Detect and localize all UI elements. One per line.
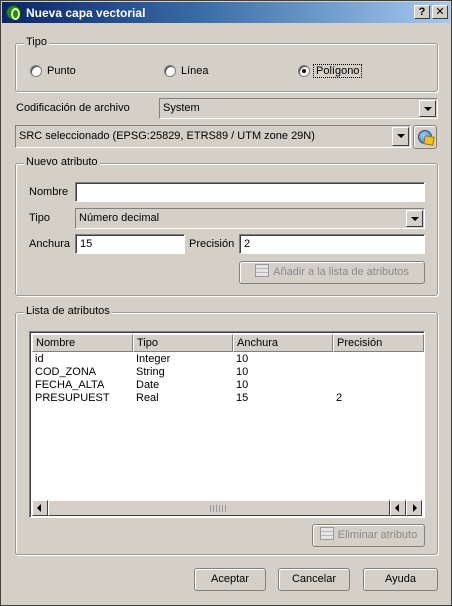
- crs-value: SRC seleccionado (EPSG:25829, ETRS89 / U…: [19, 130, 315, 142]
- new-attribute-group-title: Nuevo atributo: [24, 156, 100, 168]
- cell-tipo: Integer: [136, 353, 171, 365]
- width-value: 15: [80, 238, 93, 250]
- cell-tipo: String: [136, 366, 165, 378]
- close-title-button[interactable]: ✕: [432, 5, 448, 19]
- chevron-down-icon[interactable]: [419, 100, 436, 117]
- cell-nombre: PRESUPUEST: [35, 392, 110, 404]
- cell-anchura: 15: [236, 392, 249, 404]
- cell-precision: 2: [336, 392, 343, 404]
- table-row[interactable]: COD_ZONA String 10: [32, 366, 424, 379]
- precision-value: 2: [244, 238, 251, 250]
- cell-precision: [333, 379, 424, 392]
- radio-poligono[interactable]: [298, 65, 310, 77]
- cell-tipo: Date: [136, 379, 160, 391]
- add-to-attributes-button[interactable]: Añadir a la lista de atributos: [239, 261, 425, 284]
- cell-precision: [333, 366, 424, 379]
- table-row[interactable]: FECHA_ALTA Date 10: [32, 379, 424, 392]
- geometry-type-group: Tipo: [15, 36, 438, 92]
- scroll-left-arrow-icon[interactable]: [390, 500, 406, 516]
- table-row[interactable]: PRESUPUEST Real 15 2: [32, 392, 424, 405]
- chevron-down-icon[interactable]: [406, 210, 423, 227]
- cell-anchura: 10: [236, 353, 249, 365]
- radio-linea[interactable]: [164, 65, 176, 77]
- cell-nombre: COD_ZONA: [35, 366, 97, 378]
- new-vector-layer-dialog: Nueva capa vectorial ? ✕ Tipo Punto Líne…: [0, 0, 452, 606]
- encoding-value: System: [163, 102, 200, 114]
- scroll-left-arrow-icon[interactable]: [32, 500, 48, 516]
- precision-input[interactable]: 2: [239, 234, 425, 254]
- horizontal-scrollbar[interactable]: [32, 500, 422, 516]
- encoding-label: Codificación de archivo: [16, 102, 130, 114]
- cell-nombre: FECHA_ALTA: [35, 379, 105, 391]
- title-bar[interactable]: Nueva capa vectorial ? ✕: [2, 2, 450, 23]
- help-button[interactable]: Ayuda: [363, 568, 438, 591]
- width-input[interactable]: 15: [75, 234, 185, 254]
- precision-label: Precisión: [189, 238, 235, 250]
- attribute-name-input[interactable]: [75, 182, 425, 202]
- cell-anchura: 10: [236, 379, 249, 391]
- geometry-type-group-title: Tipo: [24, 36, 49, 48]
- scroll-right-arrow-icon[interactable]: [406, 500, 422, 516]
- qgis-app-icon: [6, 5, 21, 20]
- radio-punto-label[interactable]: Punto: [47, 65, 76, 77]
- cell-precision: [333, 353, 424, 366]
- cell-tipo: Real: [136, 392, 159, 404]
- crs-combo[interactable]: SRC seleccionado (EPSG:25829, ETRS89 / U…: [15, 125, 411, 148]
- scroll-thumb[interactable]: [48, 500, 390, 516]
- cell-anchura: 10: [236, 366, 249, 378]
- table-row[interactable]: id Integer 10: [32, 353, 424, 366]
- attribute-table[interactable]: Nombre Tipo Anchura Precisión id Integer…: [29, 331, 425, 518]
- tipo-label: Tipo: [29, 212, 50, 224]
- radio-poligono-label[interactable]: Polígono: [313, 64, 363, 78]
- accept-button[interactable]: Aceptar: [194, 568, 266, 591]
- remove-attribute-icon: [319, 527, 334, 540]
- crs-star-icon: [423, 135, 435, 146]
- cell-nombre: id: [35, 353, 44, 365]
- radio-linea-label[interactable]: Línea: [181, 65, 209, 77]
- column-header-tipo[interactable]: Tipo: [133, 334, 233, 352]
- attribute-type-combo[interactable]: Número decimal: [75, 208, 425, 229]
- cancel-button[interactable]: Cancelar: [278, 568, 350, 591]
- help-title-button[interactable]: ?: [414, 5, 430, 19]
- attribute-type-value: Número decimal: [79, 212, 160, 224]
- add-to-attributes-label: Añadir a la lista de atributos: [273, 266, 409, 278]
- remove-attribute-button[interactable]: Eliminar atributo: [312, 524, 425, 547]
- column-header-precision[interactable]: Precisión: [333, 334, 424, 352]
- column-header-nombre[interactable]: Nombre: [32, 334, 133, 352]
- nombre-label: Nombre: [29, 186, 69, 198]
- select-crs-button[interactable]: [413, 125, 437, 149]
- anchura-label: Anchura: [29, 238, 70, 250]
- add-attribute-icon: [255, 264, 270, 277]
- chevron-down-icon[interactable]: [392, 127, 409, 146]
- remove-attribute-label: Eliminar atributo: [337, 529, 418, 541]
- column-header-anchura[interactable]: Anchura: [233, 334, 333, 352]
- grip-icon: [210, 505, 228, 512]
- encoding-combo[interactable]: System: [159, 98, 438, 119]
- attribute-list-group-title: Lista de atributos: [24, 305, 112, 317]
- table-header: Nombre Tipo Anchura Precisión: [32, 334, 424, 352]
- radio-punto[interactable]: [30, 65, 42, 77]
- window-title: Nueva capa vectorial: [26, 6, 146, 20]
